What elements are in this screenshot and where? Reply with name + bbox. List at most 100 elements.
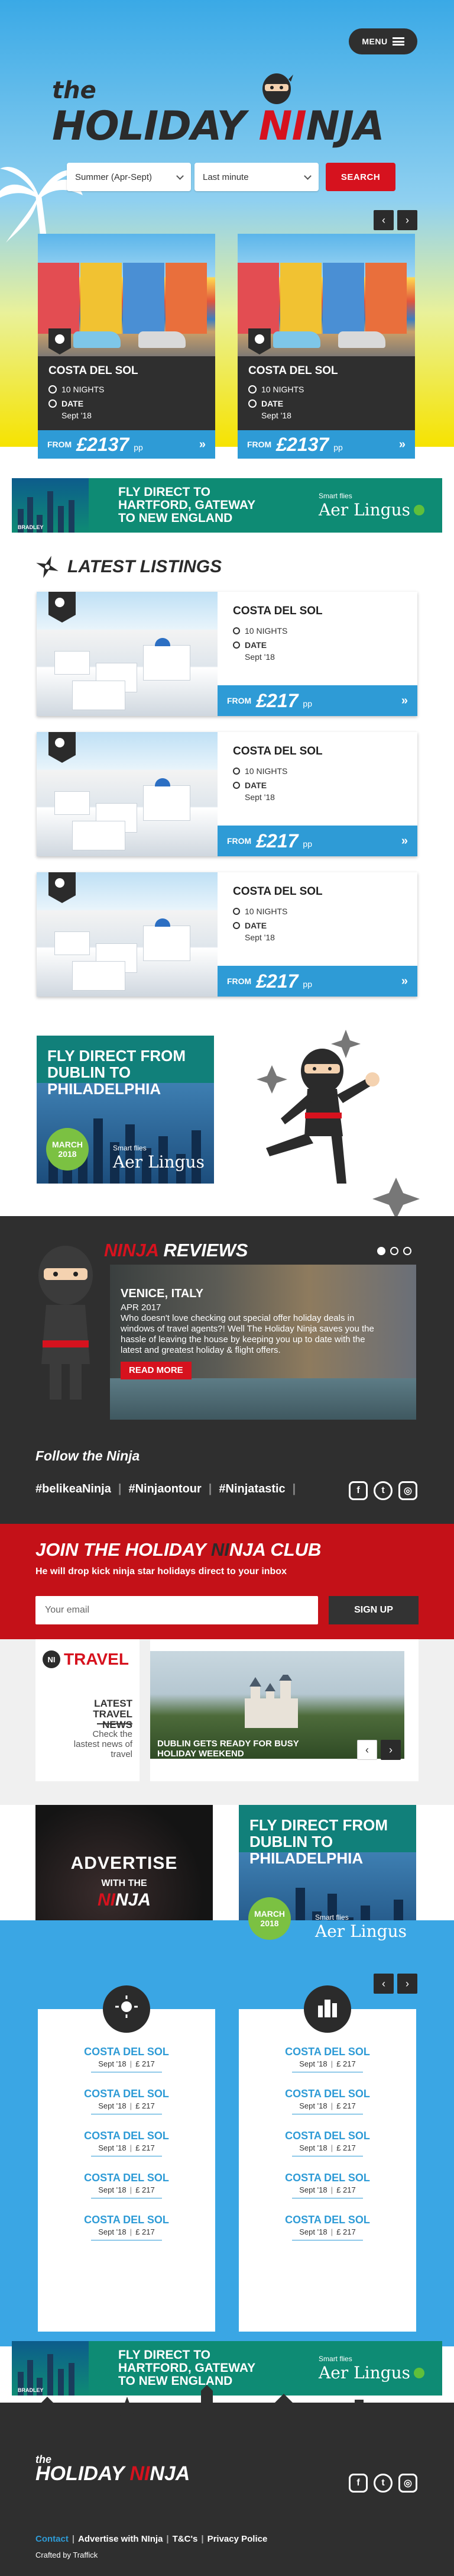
listing-nights: 10 NIGHTS — [245, 626, 288, 636]
listing-card[interactable]: COSTA DEL SOL 10 NIGHTS DATE Sept '18 FR… — [37, 732, 417, 856]
hamburger-icon — [392, 37, 404, 46]
news-feature[interactable]: DUBLIN GETS READY FOR BUSY HOLIDAY WEEKE… — [150, 1639, 419, 1781]
carousel-arrows: ‹ › — [374, 210, 417, 230]
ninja-reviews-section: NINJA REVIEWS VENICE, ITALY APR 2017 Who… — [0, 1216, 454, 1524]
featured-deal-card[interactable]: COSTA DEL SOL 10 NIGHTS DATE Sept '18 FR… — [38, 234, 215, 459]
next-arrow-icon[interactable]: › — [381, 1740, 401, 1760]
city-icon — [304, 1985, 351, 2033]
review-carousel-dots — [377, 1247, 411, 1255]
next-arrow-icon[interactable]: › — [397, 210, 417, 230]
logo-wordmark: HOLIDAY NINJA — [52, 103, 385, 150]
column-item[interactable]: COSTA DEL SOL Sept '18 | £ 217 — [38, 2130, 215, 2156]
prev-arrow-icon[interactable]: ‹ — [374, 210, 394, 230]
dublin-ad[interactable]: FLY DIRECT FROM DUBLIN TO PHILADELPHIA M… — [239, 1805, 416, 1953]
column-item[interactable]: COSTA DEL SOL Sept '18 | £ 217 — [239, 2130, 416, 2156]
sign-up-button[interactable]: SIGN UP — [329, 1596, 419, 1624]
listing-date: Sept '18 — [245, 652, 275, 662]
search-button[interactable]: SEARCH — [326, 163, 395, 191]
column-item[interactable]: COSTA DEL SOL Sept '18 | £ 217 — [239, 2046, 416, 2072]
double-chevron-icon: » — [401, 694, 408, 707]
review-date: APR 2017 — [121, 1302, 161, 1313]
ni-travel-logo: NI TRAVEL — [43, 1650, 129, 1669]
menu-button[interactable]: MENU — [349, 28, 417, 54]
banner-headline: FLY DIRECT TO HARTFORD, GATEWAY TO NEW E… — [118, 485, 255, 525]
listing-price-bar[interactable]: FROM £217 pp » — [218, 966, 417, 997]
twitter-icon[interactable]: t — [374, 2474, 393, 2493]
column-item[interactable]: COSTA DEL SOL Sept '18 | £ 217 — [38, 2172, 215, 2198]
season-select[interactable]: Summer (Apr-Sept) — [67, 163, 191, 191]
listing-nights: 10 NIGHTS — [245, 907, 288, 916]
prev-arrow-icon[interactable]: ‹ — [374, 1974, 394, 1994]
dublin-ad[interactable]: FLY DIRECT FROM DUBLIN TO PHILADELPHIA M… — [37, 1036, 214, 1184]
listing-price: £217 — [256, 970, 299, 992]
crafted-by: Crafted by Traffick — [35, 2551, 98, 2559]
listing-card[interactable]: COSTA DEL SOL 10 NIGHTS DATE Sept '18 FR… — [37, 872, 417, 997]
footer-links: Contact | Advertise with NInja | T&C's | Pr… — [35, 2534, 268, 2544]
club-heading: JOIN THE HOLIDAY NINJA CLUB — [35, 1539, 322, 1560]
destination-column: COSTA DEL SOL Sept '18 | £ 217 COSTA DEL SO… — [239, 1985, 416, 2332]
deal-price: £2137 — [276, 433, 329, 455]
listing-price-bar[interactable]: FROM £217 pp » — [218, 685, 417, 716]
destination-columns-section: ‹ › COSTA DEL SOL Sept '18 | £ 217 COSTA DE… — [0, 1920, 454, 2346]
ninja-head-icon — [262, 73, 293, 104]
next-arrow-icon[interactable]: › — [397, 1974, 417, 1994]
sun-badge-icon — [248, 328, 271, 354]
column-item[interactable]: COSTA DEL SOL Sept '18 | £ 217 — [239, 2214, 416, 2240]
price-pp: pp — [303, 979, 312, 989]
season-select-value: Summer (Apr-Sept) — [75, 172, 153, 182]
price-from-label: FROM — [227, 836, 252, 846]
featured-deal-card[interactable]: COSTA DEL SOL 10 NIGHTS DATE Sept '18 FR… — [238, 234, 415, 459]
advertise-link[interactable]: Advertise with NInja — [78, 2534, 163, 2544]
bradley-badge: BRADLEY — [18, 524, 44, 530]
privacy-link[interactable]: Privacy Police — [207, 2534, 268, 2544]
price-pp: pp — [303, 699, 312, 708]
column-item[interactable]: COSTA DEL SOL Sept '18 | £ 217 — [239, 2088, 416, 2114]
news-caption: DUBLIN GETS READY FOR BUSY HOLIDAY WEEKE… — [157, 1739, 299, 1759]
contact-link[interactable]: Contact — [35, 2534, 69, 2544]
site-footer: the HOLIDAY NINJA f t ◎ Contact | Advertis… — [0, 2385, 454, 2576]
listing-price: £217 — [256, 830, 299, 852]
site-logo[interactable]: the HOLIDAY NINJA — [52, 65, 407, 154]
column-item[interactable]: COSTA DEL SOL Sept '18 | £ 217 — [38, 2088, 215, 2114]
carousel-dot[interactable] — [403, 1247, 411, 1255]
listing-price: £217 — [256, 689, 299, 711]
instagram-icon[interactable]: ◎ — [398, 1481, 417, 1500]
listing-title: COSTA DEL SOL — [233, 605, 323, 617]
deal-date-label: DATE — [261, 399, 284, 408]
type-select[interactable]: Last minute — [194, 163, 319, 191]
listing-date-label: DATE — [245, 921, 267, 930]
deal-price-bar[interactable]: FROM £2137 pp » — [238, 430, 415, 459]
facebook-icon[interactable]: f — [349, 1481, 368, 1500]
deal-title: COSTA DEL SOL — [248, 365, 338, 377]
deal-nights: 10 NIGHTS — [61, 385, 105, 394]
hashtag[interactable]: #Ninjatastic — [219, 1482, 285, 1496]
email-input[interactable]: Your email — [35, 1596, 318, 1624]
sun-badge-icon — [48, 592, 76, 623]
column-item[interactable]: COSTA DEL SOL Sept '18 | £ 217 — [38, 2214, 215, 2240]
terms-link[interactable]: T&C's — [173, 2534, 198, 2544]
kicking-ninja-illustration — [257, 1030, 420, 1219]
facebook-icon[interactable]: f — [349, 2474, 368, 2493]
carousel-dot[interactable] — [377, 1247, 385, 1255]
column-item[interactable]: COSTA DEL SOL Sept '18 | £ 217 — [38, 2046, 215, 2072]
read-more-button[interactable]: READ MORE — [121, 1362, 192, 1379]
deal-price-bar[interactable]: FROM £2137 pp » — [38, 430, 215, 459]
listing-card[interactable]: COSTA DEL SOL 10 NIGHTS DATE Sept '18 FR… — [37, 592, 417, 716]
twitter-icon[interactable]: t — [374, 1481, 393, 1500]
footer-logo[interactable]: the HOLIDAY NINJA — [35, 2454, 190, 2485]
prev-arrow-icon[interactable]: ‹ — [357, 1740, 377, 1760]
listing-price-bar[interactable]: FROM £217 pp » — [218, 826, 417, 856]
hashtag[interactable]: #belikeaNinja — [35, 1482, 111, 1496]
column-item[interactable]: COSTA DEL SOL Sept '18 | £ 217 — [239, 2172, 416, 2198]
menu-label: MENU — [362, 37, 388, 46]
review-place: VENICE, ITALY — [121, 1287, 204, 1300]
hartford-ad-banner[interactable]: BRADLEY FLY DIRECT TO HARTFORD, GATEWAY … — [12, 478, 442, 533]
hashtag[interactable]: #Ninjaontour — [128, 1482, 201, 1496]
carousel-dot[interactable] — [390, 1247, 398, 1255]
travel-news-panel: NI TRAVEL LATEST TRAVEL NEWS Check the la… — [35, 1639, 140, 1781]
instagram-icon[interactable]: ◎ — [398, 2474, 417, 2493]
sun-badge-icon — [48, 328, 71, 354]
moon-icon — [248, 385, 257, 394]
news-description: Check the lastest news of travel — [73, 1729, 132, 1759]
march-badge: MARCH 2018 — [248, 1897, 291, 1940]
